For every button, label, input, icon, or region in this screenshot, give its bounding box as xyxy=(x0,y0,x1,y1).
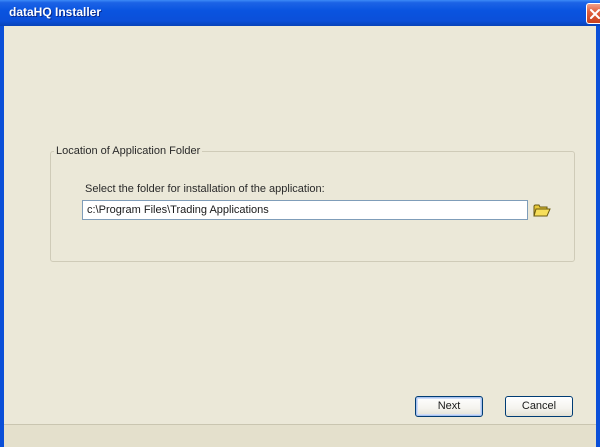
cancel-button[interactable]: Cancel xyxy=(505,396,573,417)
installer-window: dataHQ Installer Location of Application… xyxy=(0,0,600,447)
install-path-input[interactable]: c:\Program Files\Trading Applications xyxy=(82,200,528,220)
close-icon xyxy=(590,9,600,19)
location-groupbox: Location of Application Folder Select th… xyxy=(50,145,575,262)
groupbox-legend: Location of Application Folder xyxy=(54,145,203,158)
folder-instruction-label: Select the folder for installation of th… xyxy=(85,183,325,195)
close-button[interactable] xyxy=(586,3,600,24)
bottom-status-strip xyxy=(4,424,596,447)
browse-folder-button[interactable] xyxy=(533,202,551,218)
folder-icon xyxy=(533,204,551,217)
window-client-area: Location of Application Folder Select th… xyxy=(4,26,596,447)
window-title: dataHQ Installer xyxy=(9,5,102,19)
next-button[interactable]: Next xyxy=(415,396,483,417)
title-bar[interactable]: dataHQ Installer xyxy=(0,0,600,26)
